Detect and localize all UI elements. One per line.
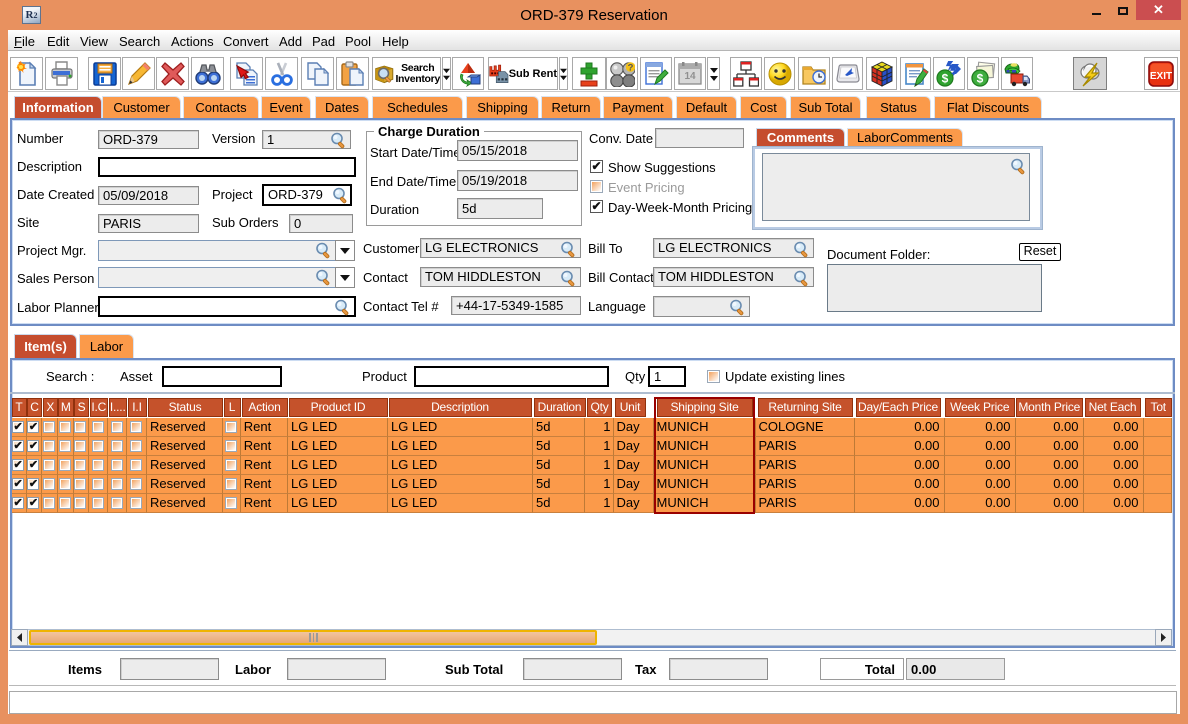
svg-text:$: $	[942, 71, 949, 85]
svg-text:$: $	[977, 71, 984, 85]
svg-text:EXIT: EXIT	[1150, 71, 1172, 82]
svg-text:?: ?	[628, 62, 634, 73]
svg-text:14: 14	[684, 71, 696, 82]
